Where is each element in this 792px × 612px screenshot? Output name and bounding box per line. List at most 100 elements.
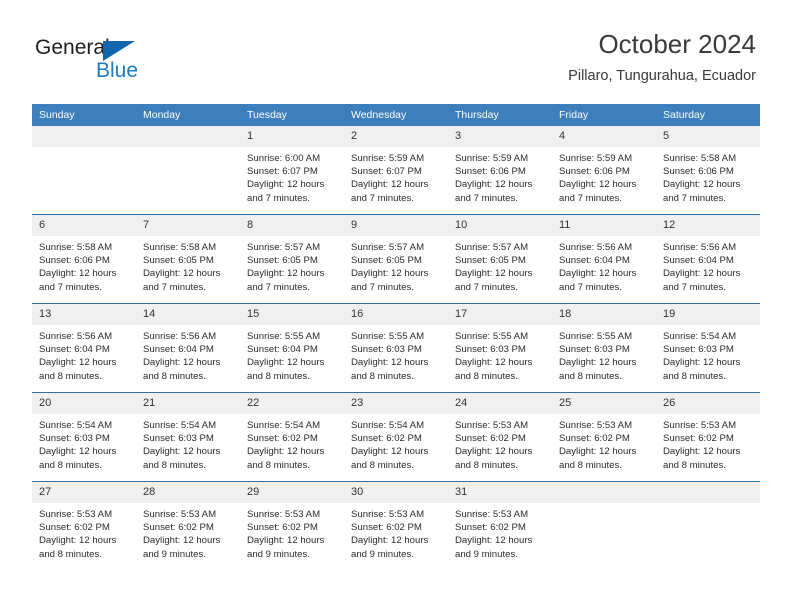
calendar-day-cell[interactable]: 13 Sunrise: 5:56 AM Sunset: 6:04 PM Dayligh… — [32, 303, 136, 393]
calendar-day-cell[interactable]: 22 Sunrise: 5:54 AM Sunset: 6:02 PM Dayligh… — [240, 392, 344, 482]
day-sun-info: Sunrise: 5:57 AM Sunset: 6:05 PM Daylight:… — [344, 236, 448, 294]
day-sun-info: Sunrise: 6:00 AM Sunset: 6:07 PM Daylight:… — [240, 147, 344, 205]
calendar-day-cell[interactable]: 19 Sunrise: 5:54 AM Sunset: 6:03 PM Dayligh… — [656, 303, 760, 393]
general-blue-logo[interactable]: General Blue — [35, 36, 185, 92]
day-info-line: Sunset: 6:03 PM — [143, 433, 214, 445]
day-number: 17 — [448, 304, 552, 325]
day-sun-info: Sunrise: 5:56 AM Sunset: 6:04 PM Daylight:… — [552, 236, 656, 294]
day-info-line: and 8 minutes. — [351, 459, 414, 471]
calendar-day-cell[interactable]: 18 Sunrise: 5:55 AM Sunset: 6:03 PM Dayligh… — [552, 303, 656, 393]
day-box: 2 Sunrise: 5:59 AM Sunset: 6:07 PM Daylight… — [344, 126, 448, 214]
day-info-line: Sunrise: 5:59 AM — [559, 153, 633, 164]
day-box — [32, 126, 136, 214]
calendar-day-cell[interactable]: 5 Sunrise: 5:58 AM Sunset: 6:06 PM Daylight… — [656, 126, 760, 215]
day-number: 23 — [344, 393, 448, 414]
day-sun-info — [136, 147, 240, 152]
day-info-line: and 7 minutes. — [559, 281, 622, 293]
calendar-day-cell[interactable]: 26 Sunrise: 5:53 AM Sunset: 6:02 PM Dayligh… — [656, 392, 760, 482]
calendar-day-cell[interactable]: 21 Sunrise: 5:54 AM Sunset: 6:03 PM Dayligh… — [136, 392, 240, 482]
calendar-week-row: 20 Sunrise: 5:54 AM Sunset: 6:03 PM Dayligh… — [32, 392, 760, 482]
day-info-line: Sunset: 6:03 PM — [455, 344, 526, 356]
calendar-day-cell[interactable]: 16 Sunrise: 5:55 AM Sunset: 6:03 PM Dayligh… — [344, 303, 448, 393]
calendar-day-cell[interactable]: 23 Sunrise: 5:54 AM Sunset: 6:02 PM Dayligh… — [344, 392, 448, 482]
calendar-day-cell[interactable]: 30 Sunrise: 5:53 AM Sunset: 6:02 PM Dayligh… — [344, 481, 448, 570]
calendar-day-cell[interactable]: 20 Sunrise: 5:54 AM Sunset: 6:03 PM Dayligh… — [32, 392, 136, 482]
day-info-line: Daylight: 12 hours — [351, 357, 429, 369]
day-info-line: Sunset: 6:04 PM — [143, 344, 214, 356]
day-number: 8 — [240, 215, 344, 236]
calendar-day-cell[interactable]: 17 Sunrise: 5:55 AM Sunset: 6:03 PM Dayligh… — [448, 303, 552, 393]
calendar-day-cell[interactable]: 3 Sunrise: 5:59 AM Sunset: 6:06 PM Daylight… — [448, 126, 552, 215]
day-info-line: Sunrise: 5:55 AM — [351, 331, 425, 342]
calendar-week-row: 6 Sunrise: 5:58 AM Sunset: 6:06 PM Daylight… — [32, 214, 760, 304]
calendar-day-cell[interactable]: 27 Sunrise: 5:53 AM Sunset: 6:02 PM Dayligh… — [32, 481, 136, 570]
calendar-day-cell[interactable]: 9 Sunrise: 5:57 AM Sunset: 6:05 PM Daylight… — [344, 214, 448, 304]
calendar-day-cell[interactable]: 11 Sunrise: 5:56 AM Sunset: 6:04 PM Dayligh… — [552, 214, 656, 304]
day-number: 9 — [344, 215, 448, 236]
day-info-line: Sunset: 6:02 PM — [663, 433, 734, 445]
calendar-day-cell[interactable]: 6 Sunrise: 5:58 AM Sunset: 6:06 PM Daylight… — [32, 214, 136, 304]
day-box: 5 Sunrise: 5:58 AM Sunset: 6:06 PM Daylight… — [656, 126, 760, 214]
calendar-day-cell[interactable]: 31 Sunrise: 5:53 AM Sunset: 6:02 PM Dayligh… — [448, 481, 552, 570]
calendar-page: General Blue October 2024 Pillaro, Tungu… — [0, 0, 792, 612]
day-info-line: Daylight: 12 hours — [455, 357, 533, 369]
calendar-day-cell[interactable]: 14 Sunrise: 5:56 AM Sunset: 6:04 PM Dayligh… — [136, 303, 240, 393]
day-sun-info: Sunrise: 5:54 AM Sunset: 6:02 PM Daylight:… — [344, 414, 448, 472]
day-info-line: Sunrise: 5:53 AM — [247, 509, 321, 520]
day-sun-info: Sunrise: 5:54 AM Sunset: 6:03 PM Daylight:… — [32, 414, 136, 472]
day-info-line: Sunset: 6:02 PM — [247, 522, 318, 534]
calendar-day-cell[interactable]: 2 Sunrise: 5:59 AM Sunset: 6:07 PM Daylight… — [344, 126, 448, 215]
day-box — [552, 482, 656, 570]
calendar-day-cell[interactable]: 1 Sunrise: 6:00 AM Sunset: 6:07 PM Daylight… — [240, 126, 344, 215]
day-sun-info: Sunrise: 5:54 AM Sunset: 6:02 PM Daylight:… — [240, 414, 344, 472]
calendar-day-cell-empty — [136, 126, 240, 215]
day-sun-info: Sunrise: 5:56 AM Sunset: 6:04 PM Daylight:… — [136, 325, 240, 383]
calendar-day-cell[interactable]: 24 Sunrise: 5:53 AM Sunset: 6:02 PM Dayligh… — [448, 392, 552, 482]
day-number: 10 — [448, 215, 552, 236]
day-sun-info — [656, 503, 760, 508]
day-info-line: Sunrise: 5:59 AM — [455, 153, 529, 164]
calendar-day-cell[interactable]: 4 Sunrise: 5:59 AM Sunset: 6:06 PM Daylight… — [552, 126, 656, 215]
calendar-day-cell[interactable]: 7 Sunrise: 5:58 AM Sunset: 6:05 PM Daylight… — [136, 214, 240, 304]
day-info-line: Sunrise: 5:53 AM — [351, 509, 425, 520]
day-info-line: Daylight: 12 hours — [455, 535, 533, 547]
day-box: 3 Sunrise: 5:59 AM Sunset: 6:06 PM Daylight… — [448, 126, 552, 214]
day-info-line: Sunset: 6:07 PM — [351, 166, 422, 178]
day-info-line: Sunrise: 5:57 AM — [247, 242, 321, 253]
calendar-body: 1 Sunrise: 6:00 AM Sunset: 6:07 PM Daylight… — [32, 126, 760, 570]
calendar-day-cell[interactable]: 25 Sunrise: 5:53 AM Sunset: 6:02 PM Dayligh… — [552, 392, 656, 482]
calendar-day-cell[interactable]: 15 Sunrise: 5:55 AM Sunset: 6:04 PM Dayligh… — [240, 303, 344, 393]
day-number: 13 — [32, 304, 136, 325]
day-info-line: Sunrise: 5:59 AM — [351, 153, 425, 164]
day-info-line: and 7 minutes. — [455, 192, 518, 204]
calendar-day-cell[interactable]: 12 Sunrise: 5:56 AM Sunset: 6:04 PM Dayligh… — [656, 214, 760, 304]
day-info-line: Sunset: 6:02 PM — [559, 433, 630, 445]
day-info-line: and 8 minutes. — [247, 459, 310, 471]
weekday-header-friday: Friday — [552, 104, 656, 126]
weekday-header-thursday: Thursday — [448, 104, 552, 126]
day-number — [656, 482, 760, 503]
day-info-line: Daylight: 12 hours — [351, 446, 429, 458]
day-sun-info: Sunrise: 5:56 AM Sunset: 6:04 PM Daylight:… — [32, 325, 136, 383]
day-number: 19 — [656, 304, 760, 325]
day-info-line: and 8 minutes. — [559, 370, 622, 382]
calendar-day-cell[interactable]: 8 Sunrise: 5:57 AM Sunset: 6:05 PM Daylight… — [240, 214, 344, 304]
day-number: 7 — [136, 215, 240, 236]
day-info-line: Daylight: 12 hours — [559, 179, 637, 191]
calendar-day-cell[interactable]: 28 Sunrise: 5:53 AM Sunset: 6:02 PM Dayligh… — [136, 481, 240, 570]
day-box: 16 Sunrise: 5:55 AM Sunset: 6:03 PM Dayligh… — [344, 304, 448, 392]
day-info-line: and 9 minutes. — [143, 548, 206, 560]
page-header: General Blue October 2024 Pillaro, Tungu… — [0, 28, 792, 94]
calendar-day-cell[interactable]: 10 Sunrise: 5:57 AM Sunset: 6:05 PM Dayligh… — [448, 214, 552, 304]
day-sun-info: Sunrise: 5:54 AM Sunset: 6:03 PM Daylight:… — [656, 325, 760, 383]
weekday-header-monday: Monday — [136, 104, 240, 126]
day-info-line: Sunrise: 5:58 AM — [39, 242, 113, 253]
day-info-line: and 8 minutes. — [559, 459, 622, 471]
calendar-day-cell[interactable]: 29 Sunrise: 5:53 AM Sunset: 6:02 PM Dayligh… — [240, 481, 344, 570]
day-number: 16 — [344, 304, 448, 325]
day-info-line: Sunrise: 5:53 AM — [663, 420, 737, 431]
day-sun-info: Sunrise: 5:55 AM Sunset: 6:03 PM Daylight:… — [344, 325, 448, 383]
day-box: 8 Sunrise: 5:57 AM Sunset: 6:05 PM Daylight… — [240, 215, 344, 303]
day-number: 12 — [656, 215, 760, 236]
day-info-line: Sunset: 6:05 PM — [143, 255, 214, 267]
